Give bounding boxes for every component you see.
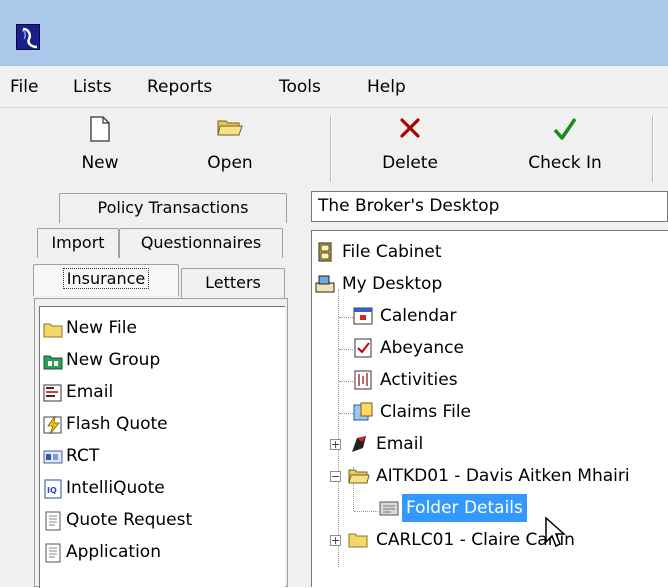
app-icon[interactable]	[16, 24, 40, 50]
tab-import[interactable]: Import	[37, 228, 119, 258]
abeyance-icon	[352, 338, 374, 358]
folder-details-icon	[378, 498, 400, 518]
delete-label: Delete	[382, 153, 438, 173]
form-icon	[43, 543, 63, 563]
desktop-tree-view: File Cabinet My Desktop Calendar Abeyanc…	[311, 230, 668, 587]
menu-file[interactable]: File	[10, 76, 38, 98]
folder-icon	[348, 530, 370, 550]
expand-toggle[interactable]: +	[330, 439, 341, 450]
open-label: Open	[207, 153, 253, 173]
menu-help[interactable]: Help	[367, 76, 406, 98]
new-label: New	[81, 153, 119, 173]
toolbar-separator	[330, 116, 332, 182]
tree-connector	[339, 413, 353, 414]
insurance-action-list: New File New Group Email Flash Quote RCT…	[39, 306, 285, 588]
check-in-button[interactable]: Check In	[515, 108, 615, 188]
tree-connector	[339, 349, 353, 350]
open-folder-icon	[348, 466, 370, 486]
new-document-icon	[87, 116, 113, 142]
intelliquote-icon: IQ	[43, 479, 63, 499]
open-folder-icon	[217, 116, 243, 142]
tree-connector	[354, 511, 378, 512]
menu-reports[interactable]: Reports	[147, 76, 212, 98]
file-cabinet-icon	[314, 242, 336, 262]
tab-policy-transactions[interactable]: Policy Transactions	[59, 193, 287, 223]
tree-connector	[338, 289, 339, 567]
calendar-icon	[352, 306, 374, 326]
toolbar: New Open Delete Check In	[0, 107, 668, 187]
flash-icon	[43, 415, 63, 435]
group-folder-icon	[43, 351, 63, 370]
delete-x-icon	[397, 116, 423, 142]
svg-text:IQ: IQ	[47, 486, 57, 495]
title-bar	[0, 0, 668, 66]
tab-insurance[interactable]: Insurance	[33, 264, 179, 296]
expand-toggle[interactable]: +	[330, 535, 341, 546]
tree-connector	[339, 317, 353, 318]
email-icon	[348, 434, 370, 454]
tree-connector	[339, 381, 353, 382]
delete-button[interactable]: Delete	[370, 108, 450, 188]
tab-questionnaires[interactable]: Questionnaires	[119, 228, 283, 258]
email-icon	[43, 383, 63, 402]
menu-tools[interactable]: Tools	[279, 76, 321, 98]
menu-lists[interactable]: Lists	[73, 76, 112, 98]
toolbar-separator	[652, 116, 654, 182]
insurance-tab-panel: New File New Group Email Flash Quote RCT…	[34, 298, 288, 588]
location-field[interactable]: The Broker's Desktop	[311, 191, 668, 222]
checkmark-icon	[552, 116, 578, 142]
mouse-pointer-icon	[544, 516, 570, 550]
collapse-toggle[interactable]: −	[330, 471, 341, 482]
tab-letters[interactable]: Letters	[181, 268, 285, 298]
folder-icon	[43, 319, 63, 338]
desktop-icon	[314, 274, 336, 294]
form-icon	[43, 511, 63, 531]
open-button[interactable]: Open	[190, 108, 270, 188]
claims-icon	[352, 402, 374, 422]
menu-bar: File Lists Reports Tools Help	[0, 66, 668, 107]
new-button[interactable]: New	[60, 108, 140, 188]
rct-icon	[43, 447, 63, 466]
activities-icon	[352, 370, 374, 390]
check-in-label: Check In	[528, 153, 602, 173]
